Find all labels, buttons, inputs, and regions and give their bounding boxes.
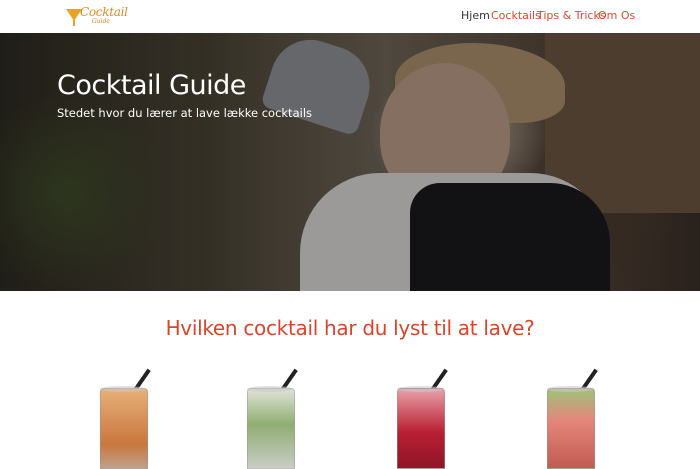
nav-cocktails[interactable]: Cocktails (491, 9, 541, 22)
drink-card-1[interactable] (88, 360, 158, 469)
nav-tips-tricks[interactable]: Tips & Tricks (537, 9, 606, 22)
cocktail-pink-image (547, 388, 595, 469)
glass-rim (547, 386, 593, 392)
drink-card-2[interactable] (235, 360, 305, 469)
hero-title: Cocktail Guide (57, 70, 246, 101)
glass-stem (73, 20, 75, 26)
section-title: Hvilken cocktail har du lyst til at lave… (165, 316, 535, 340)
cocktail-red-image (397, 388, 445, 469)
logo-subtext: Guide (92, 18, 110, 25)
logo[interactable]: Cocktail Guide (66, 5, 128, 29)
drink-card-4[interactable] (535, 360, 605, 469)
nav-hjem[interactable]: Hjem (461, 9, 490, 22)
cocktail-mojito-image (247, 388, 295, 469)
navbar: Cocktail Guide Hjem Cocktails Tips & Tri… (0, 0, 700, 33)
logo-text: Cocktail (80, 5, 128, 19)
hero-subtitle: Stedet hvor du lærer at lave lække cockt… (57, 106, 312, 120)
glass-rim (247, 386, 293, 392)
glass-rim (397, 386, 443, 392)
drink-card-3[interactable] (385, 360, 455, 469)
cocktail-orange-image (100, 388, 148, 469)
nav-om-os[interactable]: Om Os (598, 9, 635, 22)
glass-rim (100, 386, 146, 392)
